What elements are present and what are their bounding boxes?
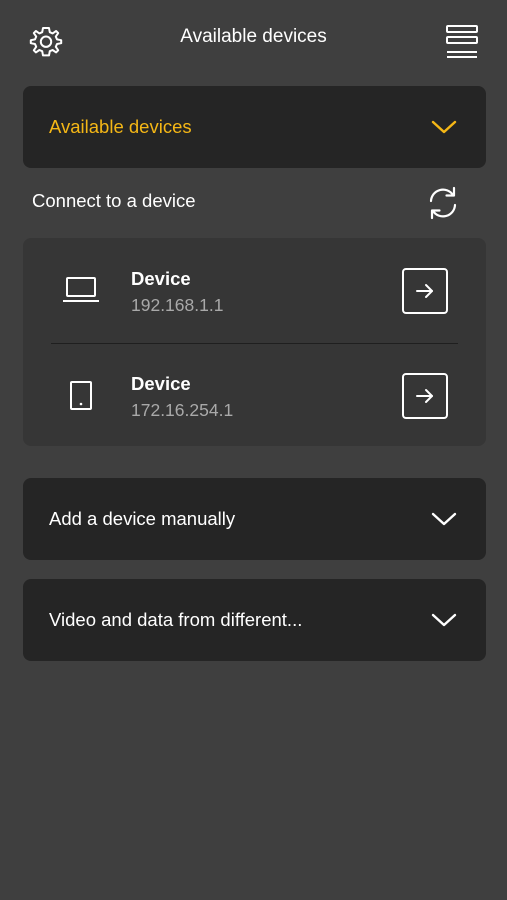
chevron-down-icon <box>431 613 457 627</box>
device-item[interactable]: Device 172.16.254.1 <box>23 343 486 447</box>
refresh-icon <box>429 186 457 220</box>
arrow-right-icon <box>416 389 433 403</box>
video-data-panel[interactable]: Video and data from different... <box>23 579 486 661</box>
menu-icon <box>446 25 478 58</box>
refresh-button[interactable] <box>425 185 461 221</box>
page-title: Available devices <box>180 26 327 47</box>
connect-section: Connect to a device <box>23 180 486 228</box>
arrow-right-icon <box>416 284 433 298</box>
device-name: Device <box>131 268 191 289</box>
menu-button[interactable] <box>444 24 480 60</box>
device-name: Device <box>131 373 191 394</box>
app-header: Available devices <box>0 0 507 80</box>
device-list: Device 192.168.1.1 Device 172.16.254.1 <box>23 238 486 446</box>
available-devices-panel[interactable]: Available devices <box>23 86 486 168</box>
add-device-manually-panel[interactable]: Add a device manually <box>23 478 486 560</box>
device-ip: 172.16.254.1 <box>131 400 234 420</box>
laptop-icon <box>63 277 99 302</box>
connect-label: Connect to a device <box>32 190 196 211</box>
connect-button[interactable] <box>402 373 448 419</box>
tablet-icon <box>70 381 92 410</box>
available-devices-label: Available devices <box>49 116 192 137</box>
connect-button[interactable] <box>402 268 448 314</box>
device-item[interactable]: Device 192.168.1.1 <box>23 238 486 342</box>
device-ip: 192.168.1.1 <box>131 295 224 315</box>
chevron-down-icon <box>431 120 457 134</box>
chevron-down-icon <box>431 512 457 526</box>
add-device-manually-label: Add a device manually <box>49 508 236 529</box>
video-data-label: Video and data from different... <box>49 609 303 630</box>
